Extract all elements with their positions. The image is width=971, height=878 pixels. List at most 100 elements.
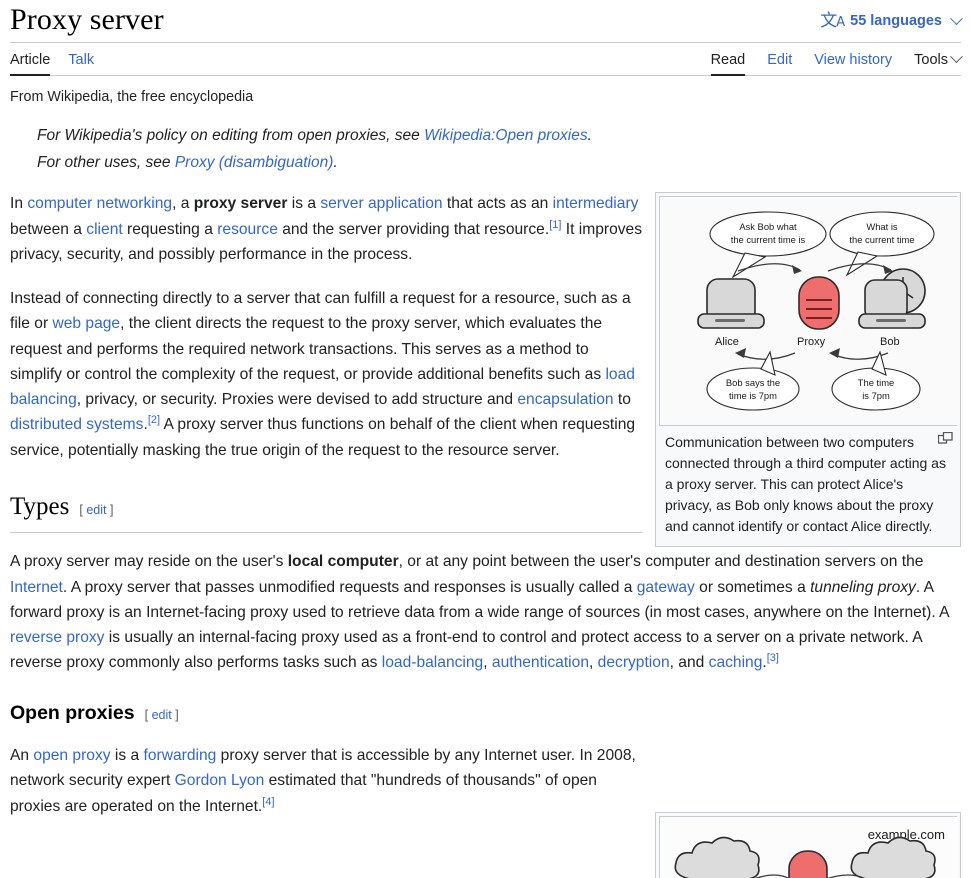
link-computer-networking[interactable]: computer networking (27, 195, 172, 212)
text: , (483, 654, 492, 672)
edit-section-link-types[interactable]: [ edit ] (79, 500, 113, 520)
link-gateway[interactable]: gateway (637, 579, 695, 596)
reference-4[interactable]: [4] (262, 796, 274, 808)
types-paragraph-1: A proxy server may reside on the user's … (10, 549, 961, 675)
bracket-open: [ (144, 707, 149, 722)
node-label-bob: Bob (880, 336, 900, 348)
link-proxy-disambiguation[interactable]: Proxy (disambiguation) (175, 154, 334, 171)
site-subtitle: From Wikipedia, the free encyclopedia (10, 89, 254, 105)
thumbnail-proxy-diagram: Ask Bob what the current time is What is… (655, 192, 961, 547)
link-web-page[interactable]: web page (52, 315, 120, 332)
translate-icon: 文A (820, 11, 845, 32)
text: is a (110, 747, 144, 765)
tab-view-history[interactable]: View history (814, 52, 892, 76)
bubble-text-top-right-2: the current time (849, 234, 914, 245)
reference-marker: [4] (262, 795, 275, 808)
text: A proxy server may reside on the user's (10, 553, 288, 571)
link-gordon-lyon[interactable]: Gordon Lyon (175, 772, 265, 789)
link-open-proxy[interactable]: open proxy (33, 747, 110, 764)
edit-section-link-open-proxies[interactable]: [ edit ] (145, 705, 179, 725)
page-title: Proxy server (10, 3, 164, 36)
link-load-balancing-2[interactable]: load-balancing (382, 654, 483, 671)
link-intermediary[interactable]: intermediary (553, 195, 639, 212)
bubble-text-top-left-2: the current time is (731, 234, 806, 245)
link-internet[interactable]: Internet (10, 579, 63, 596)
link-authentication[interactable]: authentication (492, 654, 589, 671)
heading-text: Types (10, 492, 70, 520)
title-row: Proxy server 文A 55 languages (10, 0, 963, 38)
hatnote-text: For Wikipedia's policy on editing from o… (37, 127, 425, 145)
tools-label: Tools (914, 51, 948, 68)
bubble-text-top-right-1: What is (866, 221, 898, 232)
open-proxy-diagram: example.com (660, 817, 958, 878)
text: is a (287, 195, 321, 213)
reference-marker: [3] (766, 652, 779, 665)
text: requesting a (122, 220, 218, 238)
tabs-left-group: Article Talk (10, 52, 112, 76)
hatnote-text-end: . (333, 154, 338, 172)
lead-paragraph-2: Instead of connecting directly to a serv… (10, 286, 643, 463)
hatnote-other-uses: For other uses, see Proxy (disambiguatio… (37, 150, 961, 175)
reference-2[interactable]: [2] (148, 414, 160, 426)
text: to (613, 391, 631, 409)
text: An (10, 747, 34, 765)
language-count-label: 55 languages (850, 13, 942, 29)
text: between a (10, 220, 87, 238)
bubble-text-bottom-right-2: is 7pm (862, 390, 890, 401)
proxy-communication-diagram: Ask Bob what the current time is What is… (660, 197, 958, 425)
text: , privacy, or security. Proxies were dev… (76, 391, 518, 409)
bubble-text-bottom-left-1: Bob says the (726, 377, 780, 388)
text: and the server providing that resource. (277, 220, 550, 238)
article-tabs-row: Article Talk Read Edit View history Tool… (10, 43, 963, 76)
tabs-right-group: Read Edit View history Tools (689, 50, 963, 76)
thumbnail-open-proxy-diagram: example.com (655, 812, 961, 878)
tab-read[interactable]: Read (710, 52, 745, 76)
bubble-text-bottom-left-2: time is 7pm (729, 390, 777, 401)
tab-article[interactable]: Article (10, 52, 60, 76)
link-wikipedia-open-proxies[interactable]: Wikipedia:Open proxies (424, 127, 588, 144)
thumbnail-image-frame[interactable]: example.com (659, 816, 958, 878)
link-client[interactable]: client (86, 221, 122, 238)
tab-talk[interactable]: Talk (68, 52, 104, 76)
term-tunneling-proxy: tunneling proxy (810, 578, 916, 596)
bubble-text-top-left-1: Ask Bob what (739, 221, 797, 232)
text: , and (669, 654, 709, 672)
term-proxy-server: proxy server (193, 195, 288, 213)
text: In (10, 195, 28, 213)
thumbnail-caption: Communication between two computers conn… (659, 426, 957, 543)
reference-3[interactable]: [3] (767, 652, 779, 664)
enlarge-icon[interactable] (938, 432, 953, 444)
reference-1[interactable]: [1] (549, 218, 561, 230)
bracket-close: ] (175, 707, 179, 722)
bracket-close: ] (109, 502, 114, 517)
lead-paragraph-1: In computer networking, a proxy server i… (10, 191, 643, 267)
text: , or at any point between the user's com… (398, 553, 924, 571)
heading-text: Open proxies (10, 701, 135, 724)
text: or sometimes a (694, 578, 811, 596)
link-resource[interactable]: resource (217, 221, 278, 238)
chevron-down-icon (950, 12, 963, 26)
thumbnail-image-frame[interactable]: Ask Bob what the current time is What is… (659, 196, 958, 426)
link-distributed-systems[interactable]: distributed systems (10, 416, 143, 433)
bubble-text-bottom-right-1: The time (858, 377, 894, 388)
section-heading-types: Types [ edit ] (10, 487, 643, 534)
link-caching[interactable]: caching (709, 654, 763, 671)
hatnote-text: For other uses, see (37, 154, 175, 172)
caption-text: Communication between two computers conn… (665, 434, 946, 534)
link-encapsulation[interactable]: encapsulation (517, 391, 613, 408)
edit-label: edit (86, 502, 107, 517)
language-selector-button[interactable]: 文A 55 languages (820, 10, 963, 33)
node-label-proxy: Proxy (797, 336, 826, 348)
link-reverse-proxy[interactable]: reverse proxy (10, 629, 104, 646)
text: , a (172, 195, 194, 213)
link-forwarding[interactable]: forwarding (144, 747, 217, 764)
reference-marker: [2] (147, 414, 161, 427)
link-server-application[interactable]: server application (320, 195, 442, 212)
link-decryption[interactable]: decryption (598, 654, 670, 671)
hatnote-policy: For Wikipedia's policy on editing from o… (37, 123, 961, 148)
text: . A proxy server that passes unmodified … (62, 578, 637, 596)
tab-edit[interactable]: Edit (767, 52, 792, 76)
edit-label: edit (151, 707, 172, 722)
wikipedia-article-page: Proxy server 文A 55 languages Article Tal… (0, 0, 971, 878)
tab-tools[interactable]: Tools (914, 50, 963, 76)
